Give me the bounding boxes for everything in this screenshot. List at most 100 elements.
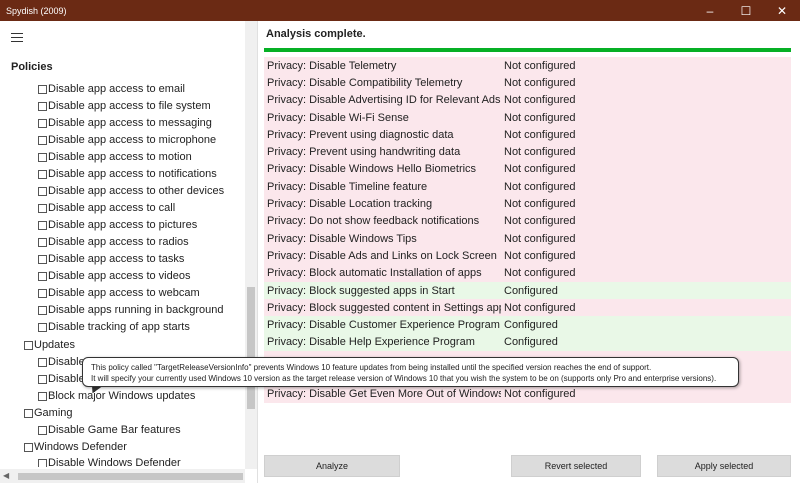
policy-checkbox[interactable] [38, 136, 47, 145]
policy-checkbox[interactable] [24, 443, 33, 452]
result-name: Privacy: Prevent using diagnostic data [267, 128, 454, 141]
analysis-status: Analysis complete. [266, 28, 366, 40]
policy-label: Disable app access to radios [48, 236, 189, 248]
policy-tree: Disable app access to email Disable app a… [0, 81, 245, 467]
window-title: Spydish (2009) [6, 5, 67, 16]
result-row[interactable]: Privacy: Disable Location tracking Not co… [264, 195, 791, 213]
policy-item[interactable]: Disable app access to tasks [38, 251, 184, 268]
result-status: Not configured [504, 180, 576, 193]
result-row[interactable]: Privacy: Block suggested content in Sett… [264, 299, 791, 317]
policy-checkbox[interactable] [38, 323, 47, 332]
horizontal-scrollbar[interactable]: ◀ [0, 469, 245, 483]
policy-checkbox[interactable] [38, 375, 47, 384]
result-row[interactable]: Privacy: Prevent using diagnostic data No… [264, 126, 791, 144]
result-row[interactable]: Privacy: Block automatic Installation of… [264, 264, 791, 282]
result-row[interactable]: Privacy: Disable Windows Hello Biometric… [264, 160, 791, 179]
result-name: Privacy: Disable Wi-Fi Sense [267, 111, 409, 124]
policy-item[interactable]: Disable app access to email [38, 81, 185, 98]
policy-label: Disable tracking of app starts [48, 321, 190, 333]
title-bar: Spydish (2009) – ☐ ✕ [0, 0, 800, 21]
vertical-scroll-thumb[interactable] [247, 287, 255, 409]
policy-item[interactable]: Block major Windows updates [38, 388, 195, 405]
policy-checkbox[interactable] [38, 358, 47, 367]
result-row[interactable]: Privacy: Disable Get Even More Out of Wi… [264, 385, 791, 403]
policy-checkbox[interactable] [38, 238, 47, 247]
policy-item[interactable]: Disable app access to messaging [38, 115, 212, 132]
policy-item[interactable]: Disable [38, 371, 85, 388]
policy-checkbox[interactable] [38, 85, 47, 94]
result-row[interactable]: Privacy: Disable Windows Tips Not configu… [264, 229, 791, 248]
result-row[interactable]: Privacy: Disable Advertising ID for Rele… [264, 91, 791, 109]
result-row[interactable]: Privacy: Disable Wi-Fi Sense Not configur… [264, 108, 791, 127]
policy-item[interactable]: Disable app access to notifications [38, 166, 217, 183]
policy-checkbox[interactable] [38, 255, 47, 264]
policy-group[interactable]: Windows Defender [24, 439, 127, 456]
policy-checkbox[interactable] [38, 289, 47, 298]
result-row[interactable]: Privacy: Disable Help Experience Program… [264, 333, 791, 352]
policy-label: Disable app access to notifications [48, 168, 217, 180]
policy-item[interactable]: Disable app access to call [38, 200, 175, 217]
policy-item[interactable]: Disable app access to file system [38, 98, 211, 115]
policy-item[interactable]: Disable app access to videos [38, 268, 190, 285]
policy-group[interactable]: Updates [24, 337, 75, 354]
tooltip-line-1: This policy called "TargetReleaseVersion… [91, 363, 652, 372]
result-row[interactable]: Privacy: Disable Timeline feature Not con… [264, 178, 791, 196]
policy-label: Disable Game Bar features [48, 424, 181, 436]
policy-group[interactable]: Gaming [24, 405, 73, 422]
policy-item[interactable]: Disable app access to radios [38, 234, 189, 251]
result-status: Not configured [504, 94, 576, 107]
policy-checkbox[interactable] [24, 341, 33, 350]
hamburger-menu-icon[interactable] [11, 33, 23, 43]
scroll-left-icon[interactable]: ◀ [3, 471, 9, 480]
policy-checkbox[interactable] [38, 187, 47, 196]
policy-item[interactable]: Disable app access to pictures [38, 217, 197, 234]
policy-checkbox[interactable] [38, 102, 47, 111]
result-row[interactable]: Privacy: Disable Customer Experience Pro… [264, 316, 791, 334]
policy-checkbox[interactable] [38, 306, 47, 315]
policy-checkbox[interactable] [38, 170, 47, 179]
result-status: Not configured [504, 59, 576, 72]
policy-label: Disable [48, 356, 85, 368]
policy-item[interactable]: Disable app access to motion [38, 149, 192, 166]
policy-item[interactable]: Disable app access to other devices [38, 183, 224, 200]
policy-checkbox[interactable] [38, 459, 47, 467]
analyze-button[interactable]: Analyze [264, 455, 400, 477]
policy-item[interactable]: Disable tracking of app starts [38, 319, 190, 336]
policy-item[interactable]: Disable [38, 354, 85, 371]
policy-checkbox[interactable] [24, 409, 33, 418]
result-status: Not configured [504, 301, 576, 314]
minimize-button[interactable]: – [692, 0, 728, 21]
policy-item[interactable]: Disable app access to microphone [38, 132, 216, 149]
vertical-scrollbar[interactable] [245, 21, 257, 469]
policy-checkbox[interactable] [38, 392, 47, 401]
policy-checkbox[interactable] [38, 119, 47, 128]
policy-item[interactable]: Disable Windows Defender [38, 455, 181, 467]
result-row[interactable]: Privacy: Disable Compatibility Telemetry… [264, 74, 791, 92]
policy-item[interactable]: Disable apps running in background [38, 302, 224, 319]
result-name: Privacy: Block suggested content in Sett… [267, 301, 501, 314]
policy-checkbox[interactable] [38, 153, 47, 162]
result-name: Privacy: Disable Get Even More Out of Wi… [267, 388, 501, 401]
policy-label: Disable app access to messaging [48, 117, 212, 129]
horizontal-scroll-thumb[interactable] [18, 473, 243, 480]
result-row[interactable]: Privacy: Block suggested apps in Start Co… [264, 281, 791, 300]
apply-selected-button[interactable]: Apply selected [657, 455, 791, 477]
policy-checkbox[interactable] [38, 272, 47, 281]
policy-tooltip: This policy called "TargetReleaseVersion… [82, 357, 739, 387]
policy-checkbox[interactable] [38, 221, 47, 230]
result-row[interactable]: Privacy: Prevent using handwriting data N… [264, 143, 791, 161]
maximize-button[interactable]: ☐ [728, 0, 764, 21]
sidebar: Policies Disable app access to email Disa… [0, 21, 257, 483]
close-button[interactable]: ✕ [764, 0, 800, 21]
revert-selected-button[interactable]: Revert selected [511, 455, 641, 477]
result-name: Privacy: Disable Telemetry [267, 59, 397, 72]
result-row[interactable]: Privacy: Disable Ads and Links on Lock S… [264, 247, 791, 265]
result-name: Privacy: Do not show feedback notificati… [267, 215, 480, 228]
policy-checkbox[interactable] [38, 204, 47, 213]
policy-checkbox[interactable] [38, 426, 47, 435]
policy-label: Disable app access to file system [48, 100, 211, 112]
policy-item[interactable]: Disable app access to webcam [38, 285, 200, 302]
result-row[interactable]: Privacy: Disable Telemetry Not configured [264, 57, 791, 75]
result-row[interactable]: Privacy: Do not show feedback notificati… [264, 212, 791, 230]
policy-item[interactable]: Disable Game Bar features [38, 422, 181, 439]
